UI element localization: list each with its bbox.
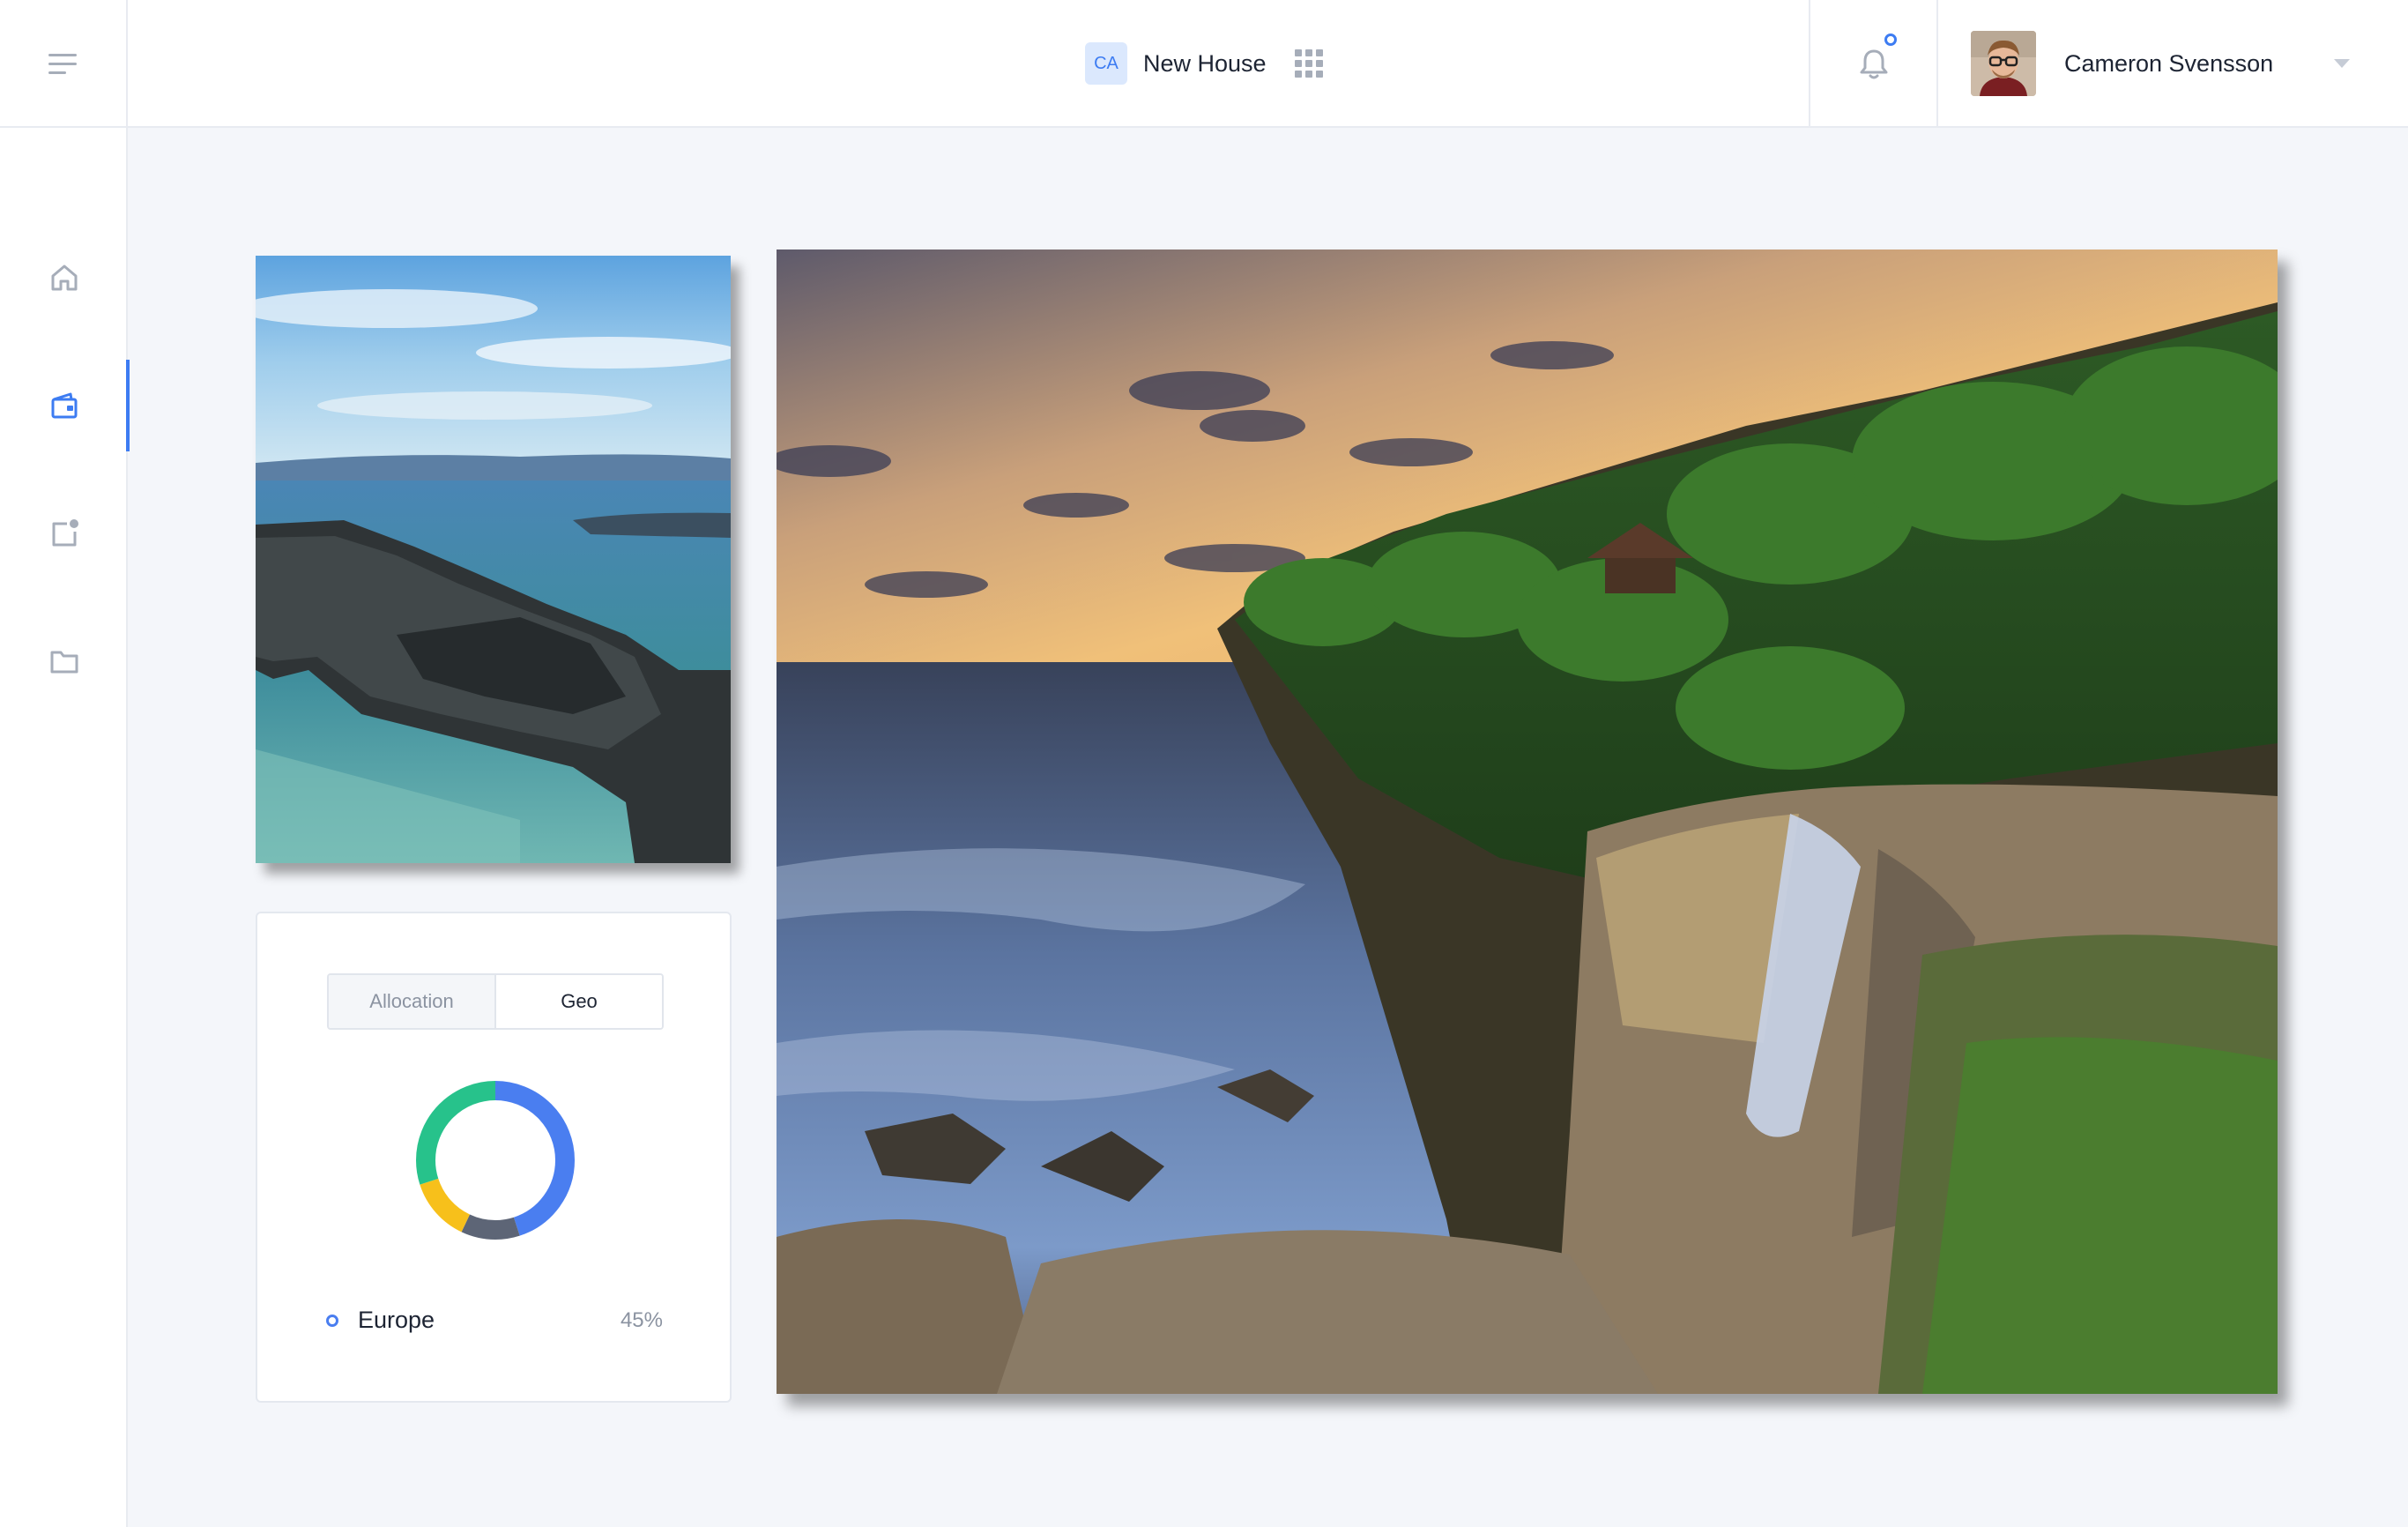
folder-icon	[50, 651, 78, 674]
legend-label: Europe	[358, 1307, 435, 1333]
sidebar-item-home[interactable]	[0, 232, 128, 324]
user-name: Cameron Svensson	[2064, 49, 2274, 77]
workspace-badge: CA	[1085, 42, 1127, 85]
donut-chart	[416, 1081, 575, 1240]
sidebar	[0, 128, 130, 1527]
chart-legend: Europe 45%	[326, 1307, 663, 1334]
sidebar-item-notifications[interactable]	[0, 488, 128, 579]
user-menu[interactable]: Cameron Svensson	[1971, 31, 2350, 96]
menu-button[interactable]	[0, 0, 128, 128]
notifications-button[interactable]	[1809, 0, 1938, 128]
home-icon	[51, 264, 77, 291]
coastal-waterfall-sunset-photo[interactable]	[777, 250, 2278, 1394]
top-bar: CA New House Cameron Svensson	[0, 0, 2408, 128]
rocky-coastline-photo[interactable]	[256, 256, 731, 863]
notification-square-icon	[52, 519, 78, 547]
workspace-switcher[interactable]: CA New House	[1085, 41, 1323, 86]
workspace-name: New House	[1143, 49, 1267, 77]
chevron-down-icon[interactable]	[2334, 59, 2350, 68]
notification-badge	[1884, 34, 1897, 46]
apps-grid-icon[interactable]	[1294, 49, 1323, 78]
avatar	[1971, 31, 2036, 96]
bell-icon	[1860, 49, 1887, 78]
menu-icon	[48, 53, 77, 74]
sidebar-item-folder[interactable]	[0, 615, 128, 707]
sidebar-item-wallet[interactable]	[0, 360, 130, 451]
legend-dot-icon	[326, 1314, 338, 1327]
allocation-card: Allocation Geo Europe 45%	[256, 912, 732, 1403]
segmented-control: Allocation Geo	[327, 973, 664, 1030]
tab-geo[interactable]: Geo	[496, 975, 662, 1028]
legend-value: 45%	[620, 1307, 663, 1332]
wallet-icon	[51, 392, 77, 419]
tab-allocation[interactable]: Allocation	[329, 975, 496, 1028]
